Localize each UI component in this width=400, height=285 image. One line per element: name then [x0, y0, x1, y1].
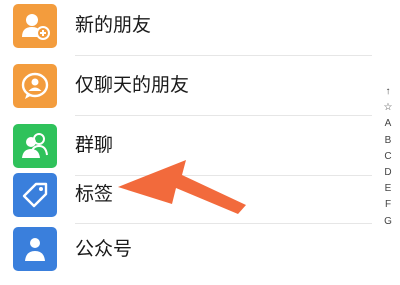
divider: [75, 223, 372, 224]
contact-item-official-accounts[interactable]: 公众号: [0, 225, 372, 285]
contact-item-label: 新的朋友: [75, 14, 152, 36]
contact-item-label: 仅聊天的朋友: [75, 74, 190, 96]
contact-item-new-friends[interactable]: 新的朋友: [0, 0, 372, 56]
contact-item-tags[interactable]: 标签: [0, 166, 372, 226]
add-friend-icon: [13, 4, 57, 48]
tag-icon: [13, 173, 57, 217]
index-letter-a[interactable]: A: [378, 116, 398, 132]
index-letter-b[interactable]: B: [378, 133, 398, 149]
index-letter-c[interactable]: C: [378, 149, 398, 165]
contact-item-label: 标签: [75, 183, 114, 205]
index-star[interactable]: ☆: [378, 100, 398, 116]
official-account-icon: [13, 227, 57, 271]
index-top-arrow[interactable]: ↑: [378, 84, 398, 100]
contact-item-label: 群聊: [75, 134, 114, 156]
index-letter-g[interactable]: G: [378, 214, 398, 230]
index-letter-f[interactable]: F: [378, 197, 398, 213]
contact-item-chat-only-friends[interactable]: 仅聊天的朋友: [0, 56, 372, 116]
alphabet-index-bar[interactable]: ↑ ☆ A B C D E F G: [376, 84, 400, 230]
contact-item-label: 公众号: [75, 238, 133, 260]
group-chat-icon: [13, 124, 57, 168]
index-letter-e[interactable]: E: [378, 181, 398, 197]
chat-only-friend-icon: [13, 64, 57, 108]
index-letter-d[interactable]: D: [378, 165, 398, 181]
